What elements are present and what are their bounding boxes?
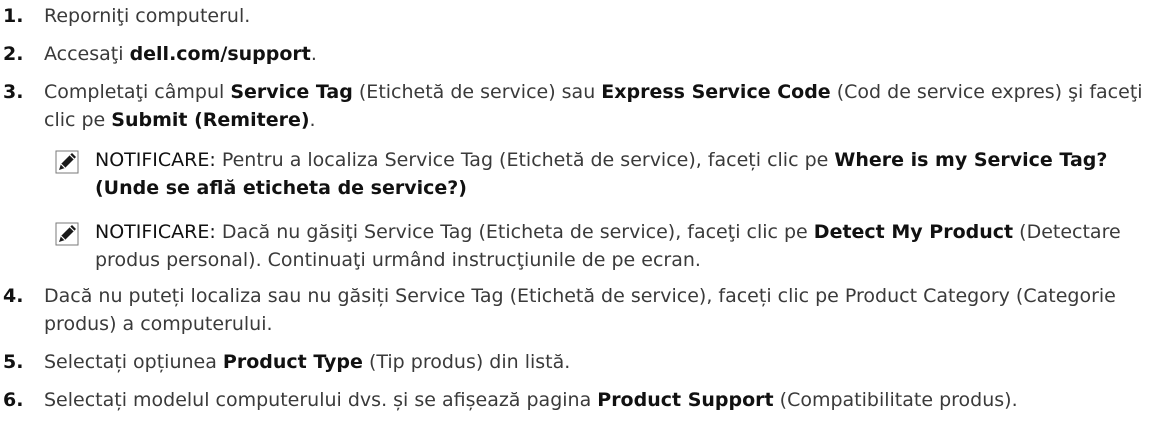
step-6: 6. Selectați modelul computerului dvs. ș… <box>0 386 1170 414</box>
step-text: Selectați opțiunea Product Type (Tip pro… <box>44 351 571 373</box>
step-5: 5. Selectați opțiunea Product Type (Tip … <box>0 348 1170 376</box>
step-text: Reporniţi computerul. <box>44 5 251 27</box>
pencil-note-icon <box>55 218 95 254</box>
step-number: 1. <box>3 5 24 27</box>
step-number: 4. <box>3 285 24 307</box>
support-link-text: dell.com/support <box>129 43 311 65</box>
note-text: NOTIFICARE: Pentru a localiza Service Ta… <box>95 149 1108 199</box>
step-number: 5. <box>3 351 24 373</box>
step-number: 6. <box>3 389 24 411</box>
step-4: 4. Dacă nu puteți localiza sau nu găsiți… <box>0 282 1170 338</box>
note-1: NOTIFICARE: Pentru a localiza Service Ta… <box>55 146 1170 202</box>
pencil-note-icon <box>55 146 95 182</box>
step-1: 1. Reporniţi computerul. <box>0 2 1170 30</box>
step-3: 3. Completaţi câmpul Service Tag (Etiche… <box>0 78 1170 134</box>
step-text: Selectați modelul computerului dvs. și s… <box>44 389 1018 411</box>
step-text: Accesaţi dell.com/support. <box>44 43 317 65</box>
note-text: NOTIFICARE: Dacă nu găsiţi Service Tag (… <box>95 221 1121 271</box>
step-number: 2. <box>3 43 24 65</box>
note-2: NOTIFICARE: Dacă nu găsiţi Service Tag (… <box>55 218 1170 274</box>
step-2: 2. Accesaţi dell.com/support. <box>0 40 1170 68</box>
step-number: 3. <box>3 81 24 103</box>
document: 1. Reporniţi computerul. 2. Accesaţi del… <box>0 0 1170 424</box>
step-text: Completaţi câmpul Service Tag (Etichetă … <box>44 81 1143 131</box>
step-text: Dacă nu puteți localiza sau nu găsiți Se… <box>44 285 1116 335</box>
